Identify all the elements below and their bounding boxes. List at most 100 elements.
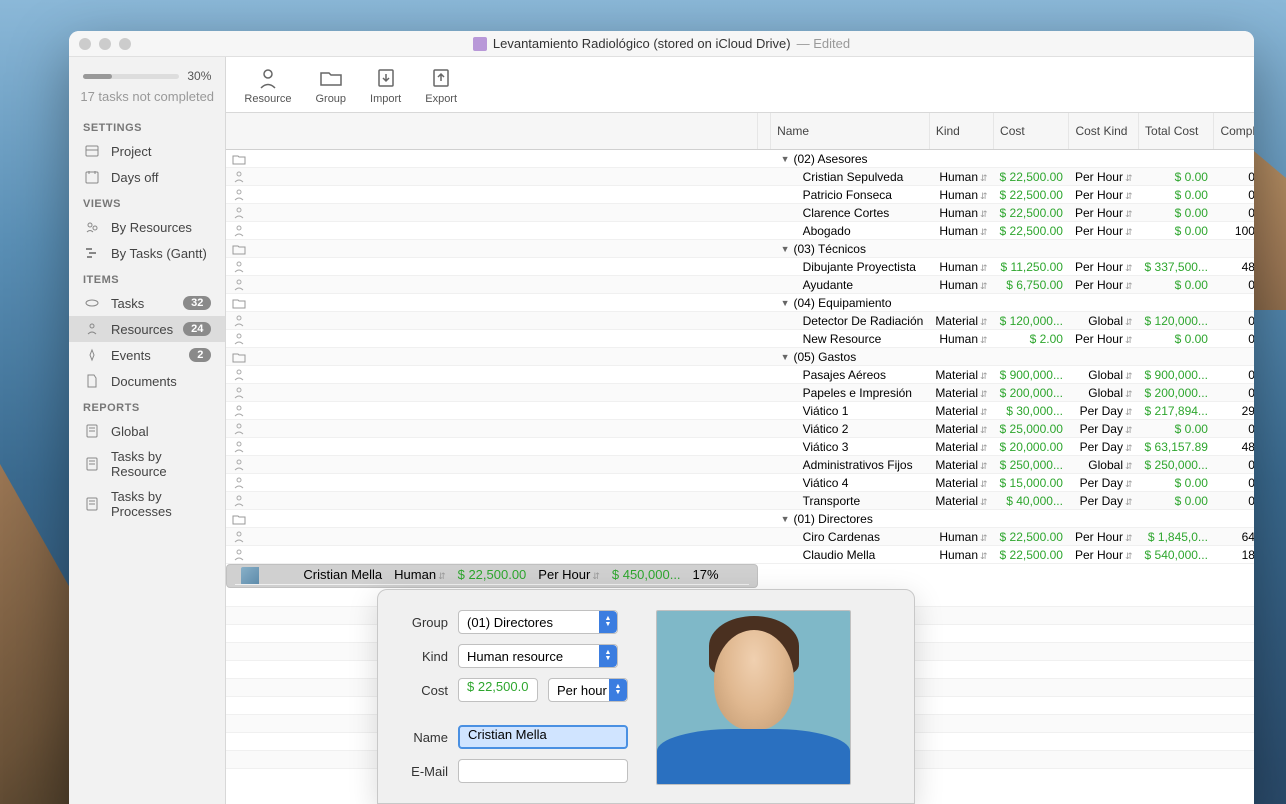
table-row[interactable]: Detector De RadiaciónMaterial⇵$ 120,000.…: [226, 312, 1254, 330]
cell-cost-kind[interactable]: Per Hour⇵: [1069, 186, 1139, 204]
table-row[interactable]: Administrativos FijosMaterial⇵$ 250,000.…: [226, 456, 1254, 474]
toolbar-export-button[interactable]: Export: [425, 65, 457, 105]
table-row[interactable]: Viático 1Material⇵$ 30,000...Per Day⇵$ 2…: [226, 402, 1254, 420]
select-cost-kind[interactable]: Per hour▲▼: [548, 678, 628, 702]
col-cost-kind[interactable]: Cost Kind: [1069, 113, 1139, 150]
cell-cost-kind[interactable]: Per Hour⇵: [1069, 168, 1139, 186]
disclosure-triangle-icon[interactable]: ▼: [781, 514, 790, 524]
table-row[interactable]: Ciro CardenasHuman⇵$ 22,500.00Per Hour⇵$…: [226, 528, 1254, 546]
cell-kind[interactable]: Material⇵: [929, 312, 993, 330]
disclosure-triangle-icon[interactable]: ▼: [781, 352, 790, 362]
disclosure-triangle-icon[interactable]: ▼: [781, 244, 790, 254]
table-row[interactable]: ▼(03) Técnicos: [226, 240, 1254, 258]
toolbar-resource-button[interactable]: Resource: [244, 65, 291, 105]
cell-kind[interactable]: Human⇵: [929, 546, 993, 564]
table-row[interactable]: Clarence CortesHuman⇵$ 22,500.00Per Hour…: [226, 204, 1254, 222]
sidebar-item-by-tasks-gantt[interactable]: By Tasks (Gantt): [69, 240, 225, 266]
table-row[interactable]: ▼(05) Gastos: [226, 348, 1254, 366]
select-group[interactable]: (01) Directores▲▼: [458, 610, 618, 634]
cell-cost-kind[interactable]: Per Hour⇵: [1069, 204, 1139, 222]
cell-cost-kind[interactable]: Per Hour⇵: [1069, 276, 1139, 294]
cell-kind[interactable]: Human⇵: [388, 567, 451, 585]
resource-name: Viático 4: [777, 476, 924, 490]
cell-kind[interactable]: Material⇵: [929, 492, 993, 510]
table-row[interactable]: AyudanteHuman⇵$ 6,750.00Per Hour⇵$ 0.000…: [226, 276, 1254, 294]
sidebar-item-days-off[interactable]: Days off: [69, 164, 225, 190]
toolbar-group-button[interactable]: Group: [315, 65, 346, 105]
select-kind[interactable]: Human resource▲▼: [458, 644, 618, 668]
table-row[interactable]: Pasajes AéreosMaterial⇵$ 900,000...Globa…: [226, 366, 1254, 384]
col-compl[interactable]: Compl...: [1214, 113, 1254, 150]
input-cost[interactable]: $ 22,500.0: [458, 678, 538, 702]
sidebar-item-documents[interactable]: Documents: [69, 368, 225, 394]
table-row[interactable]: ▼(04) Equipamiento: [226, 294, 1254, 312]
cell-kind[interactable]: Material⇵: [929, 456, 993, 474]
cell-kind[interactable]: Human⇵: [929, 258, 993, 276]
cell-cost-kind[interactable]: Per Day⇵: [1069, 420, 1139, 438]
cell-kind[interactable]: Human⇵: [929, 528, 993, 546]
cell-cost-kind[interactable]: Global⇵: [1069, 366, 1139, 384]
table-row[interactable]: ▼(02) Asesores: [226, 150, 1254, 168]
col-cost[interactable]: Cost: [994, 113, 1069, 150]
table-row[interactable]: Cristian SepulvedaHuman⇵$ 22,500.00Per H…: [226, 168, 1254, 186]
cell-cost-kind[interactable]: Per Hour⇵: [532, 567, 606, 585]
cell-kind[interactable]: Human⇵: [929, 168, 993, 186]
person-icon: [226, 474, 757, 492]
table-row[interactable]: Patricio FonsecaHuman⇵$ 22,500.00Per Hou…: [226, 186, 1254, 204]
sidebar-item-resources[interactable]: Resources 24: [69, 316, 225, 342]
table-row[interactable]: Cristian MellaHuman⇵$ 22,500.00Per Hour⇵…: [226, 564, 757, 588]
table-row[interactable]: AbogadoHuman⇵$ 22,500.00Per Hour⇵$ 0.001…: [226, 222, 1254, 240]
cell-cost-kind[interactable]: Per Hour⇵: [1069, 528, 1139, 546]
cell-kind[interactable]: Material⇵: [929, 438, 993, 456]
sidebar-item-tasks-by-processes[interactable]: Tasks by Processes: [69, 484, 225, 524]
cell-kind[interactable]: Human⇵: [929, 330, 993, 348]
cell-kind[interactable]: Material⇵: [929, 474, 993, 492]
table-row[interactable]: Papeles e ImpresiónMaterial⇵$ 200,000...…: [226, 384, 1254, 402]
cell-kind[interactable]: Human⇵: [929, 204, 993, 222]
cell-cost-kind[interactable]: Global⇵: [1069, 456, 1139, 474]
col-kind[interactable]: Kind: [929, 113, 993, 150]
resource-photo[interactable]: [656, 610, 851, 785]
input-email[interactable]: [458, 759, 628, 783]
table-row[interactable]: Dibujante ProyectistaHuman⇵$ 11,250.00Pe…: [226, 258, 1254, 276]
cell-kind[interactable]: Material⇵: [929, 420, 993, 438]
titlebar[interactable]: Levantamiento Radiológico (stored on iCl…: [69, 31, 1254, 57]
table-row[interactable]: Viático 3Material⇵$ 20,000.00Per Day⇵$ 6…: [226, 438, 1254, 456]
sidebar-item-tasks-by-resource[interactable]: Tasks by Resource: [69, 444, 225, 484]
col-total-cost[interactable]: Total Cost: [1139, 113, 1214, 150]
input-name[interactable]: Cristian Mella: [458, 725, 628, 749]
sidebar-item-global[interactable]: Global: [69, 418, 225, 444]
table-row[interactable]: ▼(01) Directores: [226, 510, 1254, 528]
table-row[interactable]: Claudio MellaHuman⇵$ 22,500.00Per Hour⇵$…: [226, 546, 1254, 564]
cell-cost-kind[interactable]: Global⇵: [1069, 384, 1139, 402]
sidebar-item-project[interactable]: Project: [69, 138, 225, 164]
cell-kind[interactable]: Material⇵: [929, 366, 993, 384]
cell-cost-kind[interactable]: Per Hour⇵: [1069, 546, 1139, 564]
cell-cost-kind[interactable]: Per Hour⇵: [1069, 330, 1139, 348]
cell-cost-kind[interactable]: Per Day⇵: [1069, 438, 1139, 456]
sidebar-item-by-resources[interactable]: By Resources: [69, 214, 225, 240]
table-row[interactable]: New ResourceHuman⇵$ 2.00Per Hour⇵$ 0.000…: [226, 330, 1254, 348]
cell-cost-kind[interactable]: Global⇵: [1069, 312, 1139, 330]
cell-cost-kind[interactable]: Per Day⇵: [1069, 492, 1139, 510]
disclosure-triangle-icon[interactable]: ▼: [781, 154, 790, 164]
cell-kind[interactable]: Material⇵: [929, 384, 993, 402]
toolbar-edit-button[interactable]: Edit: [1253, 65, 1254, 105]
cell-kind[interactable]: Human⇵: [929, 222, 993, 240]
toolbar-import-button[interactable]: Import: [370, 65, 401, 105]
table-row[interactable]: TransporteMaterial⇵$ 40,000...Per Day⇵$ …: [226, 492, 1254, 510]
disclosure-triangle-icon[interactable]: ▼: [781, 298, 790, 308]
cell-cost-kind[interactable]: Per Day⇵: [1069, 402, 1139, 420]
cell-kind[interactable]: Human⇵: [929, 186, 993, 204]
cell-cost: $ 11,250.00: [994, 258, 1069, 276]
table-row[interactable]: Viático 2Material⇵$ 25,000.00Per Day⇵$ 0…: [226, 420, 1254, 438]
cell-kind[interactable]: Material⇵: [929, 402, 993, 420]
sidebar-item-events[interactable]: Events 2: [69, 342, 225, 368]
sidebar-item-tasks[interactable]: Tasks 32: [69, 290, 225, 316]
col-name[interactable]: Name: [771, 113, 930, 150]
cell-kind[interactable]: Human⇵: [929, 276, 993, 294]
cell-cost-kind[interactable]: Per Hour⇵: [1069, 222, 1139, 240]
cell-cost-kind[interactable]: Per Day⇵: [1069, 474, 1139, 492]
cell-cost-kind[interactable]: Per Hour⇵: [1069, 258, 1139, 276]
table-row[interactable]: Viático 4Material⇵$ 15,000.00Per Day⇵$ 0…: [226, 474, 1254, 492]
